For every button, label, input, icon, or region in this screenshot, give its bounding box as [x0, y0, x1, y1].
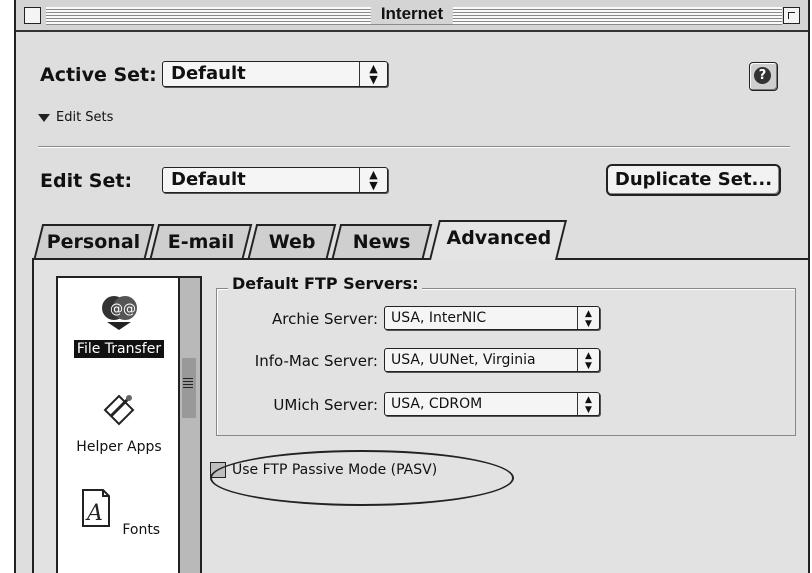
highlight-ellipse	[210, 450, 514, 506]
sidebar-item-fonts[interactable]: A Fonts	[58, 488, 180, 539]
archie-server-label: Archie Server:	[272, 310, 378, 328]
popup-arrows-icon: ▲ ▼	[359, 62, 387, 86]
svg-text:A: A	[85, 501, 103, 526]
close-box[interactable]	[24, 7, 41, 24]
tab-advanced[interactable]: Advanced	[429, 220, 567, 260]
passive-mode-option[interactable]: Use FTP Passive Mode (PASV)	[210, 462, 437, 478]
active-set-label: Active Set:	[40, 64, 157, 86]
popup-arrows-icon: ▲ ▼	[577, 349, 599, 371]
svg-text:@@: @@	[110, 302, 136, 317]
scroll-grip-icon	[183, 378, 193, 390]
duplicate-set-button[interactable]: Duplicate Set...	[606, 164, 781, 196]
info-mac-server-popup[interactable]: USA, UUNet, Virginia ▲ ▼	[384, 348, 600, 372]
tab-web[interactable]: Web	[247, 224, 337, 258]
advanced-panel: @@ File Transfer Helper Apps A Fonts Def…	[32, 258, 808, 573]
umich-server-popup[interactable]: USA, CDROM ▲ ▼	[384, 392, 600, 416]
popup-arrows-icon: ▲ ▼	[359, 168, 387, 192]
archie-server-popup[interactable]: USA, InterNIC ▲ ▼	[384, 306, 600, 330]
file-transfer-icon: @@	[102, 296, 137, 330]
sidebar-item-helper-apps[interactable]: Helper Apps	[58, 388, 180, 456]
sidebar-item-file-transfer[interactable]: @@ File Transfer	[58, 290, 180, 358]
edit-set-label: Edit Set:	[40, 170, 133, 192]
help-icon: ?	[754, 67, 771, 84]
tab-news[interactable]: News	[331, 224, 433, 258]
edit-set-popup[interactable]: Default ▲ ▼	[162, 167, 388, 193]
active-set-popup[interactable]: Default ▲ ▼	[162, 61, 388, 87]
help-button[interactable]: ?	[749, 62, 778, 91]
active-set-value: Default	[171, 63, 246, 84]
disclosure-triangle-icon	[38, 113, 50, 122]
category-sidebar[interactable]: @@ File Transfer Helper Apps A Fonts	[56, 276, 202, 573]
popup-arrows-icon: ▲ ▼	[577, 307, 599, 329]
title-bar[interactable]: Internet	[16, 0, 808, 32]
passive-mode-checkbox[interactable]	[210, 462, 226, 478]
popup-arrows-icon: ▲ ▼	[577, 393, 599, 415]
edit-set-value: Default	[171, 169, 246, 190]
edit-sets-disclosure[interactable]: Edit Sets	[38, 110, 113, 125]
internet-window: Internet Active Set: Default ▲ ▼ ? Edit S…	[14, 0, 810, 573]
divider	[38, 146, 790, 148]
helper-apps-icon	[103, 394, 135, 426]
zoom-box[interactable]	[783, 7, 800, 24]
tab-personal[interactable]: Personal	[33, 224, 155, 258]
window-title: Internet	[370, 4, 454, 24]
tab-row: Personal E-mail Web News Advanced	[16, 220, 808, 260]
umich-server-label: UMich Server:	[273, 396, 378, 414]
tab-email[interactable]: E-mail	[149, 224, 253, 258]
passive-mode-label: Use FTP Passive Mode (PASV)	[232, 462, 438, 478]
ftp-group-title: Default FTP Servers:	[228, 274, 423, 293]
fonts-icon: A	[81, 489, 110, 527]
edit-sets-label: Edit Sets	[56, 110, 114, 125]
info-mac-server-label: Info-Mac Server:	[254, 352, 378, 370]
